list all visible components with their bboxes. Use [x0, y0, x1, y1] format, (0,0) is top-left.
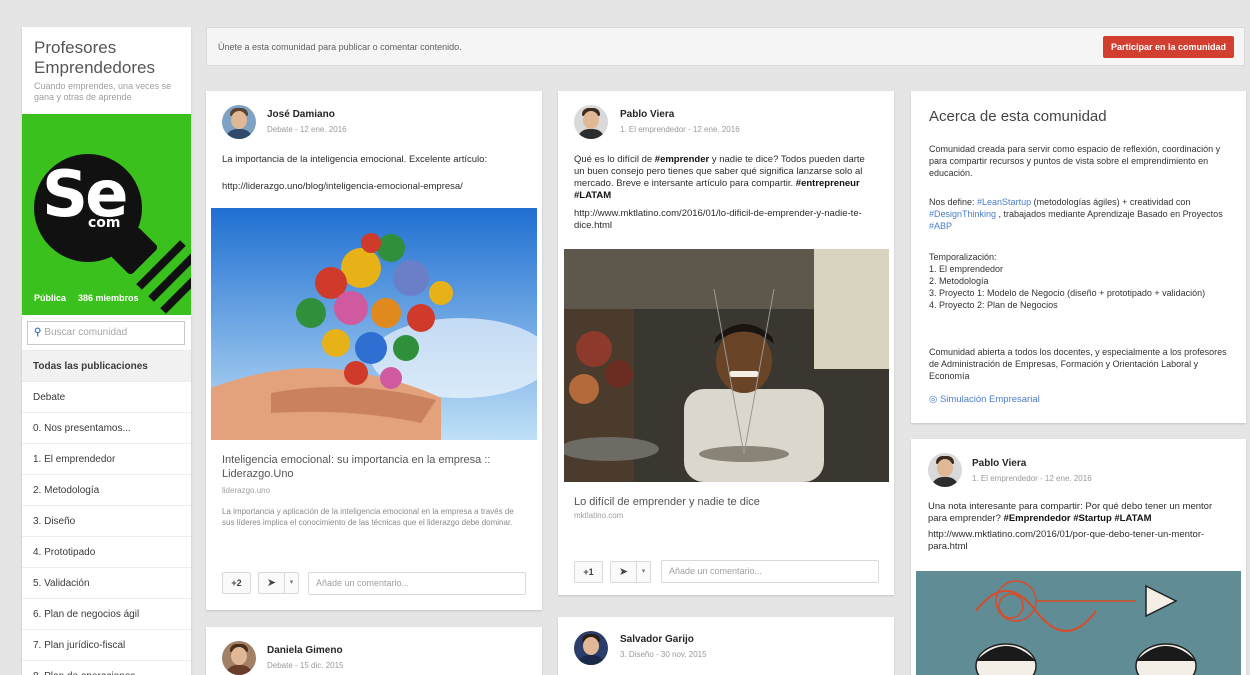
post-author[interactable]: Pablo Viera — [972, 458, 1026, 469]
post-text: Una nota interesante para compartir: Por… — [928, 501, 1213, 524]
about-title: Acerca de esta comunidad — [929, 108, 1107, 125]
link-title[interactable]: Lo difícil de emprender y nadie te dice — [574, 495, 874, 509]
post-author[interactable]: Pablo Viera — [620, 109, 674, 120]
community-sidebar: Profesores Emprendedores Cuando emprende… — [22, 27, 191, 675]
share-arrow-icon[interactable]: ➤ — [258, 572, 285, 594]
gears-in-hand-image[interactable] — [211, 208, 537, 440]
related-community-link[interactable]: ◎ Simulación Empresarial — [929, 394, 1040, 405]
post-card: José Damiano Debate - 12 ene. 2016 La im… — [206, 91, 542, 610]
about-tags: Nos define: #LeanStartup (metodologías á… — [929, 197, 1223, 231]
cover-meta: Pública 386 miembros — [34, 293, 139, 303]
post-meta[interactable]: 1. El emprendedor - 12 ene. 2016 — [620, 125, 740, 134]
nav-item-methodology[interactable]: 2. Metodología — [22, 474, 191, 505]
chevron-down-icon[interactable]: ▾ — [285, 572, 299, 594]
avatar[interactable] — [574, 631, 608, 665]
post-meta[interactable]: Debate - 12 ene. 2016 — [267, 125, 347, 134]
post-card: Salvador Garijo 3. Diseño - 30 nov. 2015 — [558, 617, 894, 675]
community-title: Profesores Emprendedores — [34, 38, 155, 77]
nav-item-debate[interactable]: Debate — [22, 381, 191, 412]
link-description: La importancia y aplicación de la inteli… — [222, 507, 514, 527]
hashtag-link[interactable]: #LeanStartup — [977, 197, 1031, 207]
post-author[interactable]: Daniela Gimeno — [267, 645, 343, 656]
category-nav: Todas las publicaciones Debate 0. Nos pr… — [22, 350, 191, 675]
hashtag-link[interactable]: #ABP — [929, 221, 952, 231]
avatar[interactable] — [928, 453, 962, 487]
plus-one-button[interactable]: +1 — [574, 561, 603, 583]
search-placeholder: Buscar comunidad — [44, 327, 128, 338]
post-meta[interactable]: 1. El emprendedor - 12 ene. 2016 — [972, 474, 1092, 483]
comment-input[interactable]: Añade un comentario... — [308, 572, 526, 595]
logo-com-text: com — [88, 215, 121, 231]
link-domain: mktlatino.com — [574, 511, 624, 520]
post-author[interactable]: Salvador Garijo — [620, 634, 694, 645]
post-meta[interactable]: Debate - 15 dic. 2015 — [267, 661, 344, 670]
post-url[interactable]: http://www.mktlatino.com/2016/01/por-que… — [928, 529, 1228, 553]
nav-item-entrepreneur[interactable]: 1. El emprendedor — [22, 443, 191, 474]
post-url[interactable]: http://www.mktlatino.com/2016/01/lo-difi… — [574, 208, 874, 232]
post-card: Pablo Viera 1. El emprendedor - 12 ene. … — [558, 91, 894, 595]
nav-item-validation[interactable]: 5. Validación — [22, 567, 191, 598]
join-community-button[interactable]: Participar en la comunidad — [1102, 36, 1234, 58]
banner-text: Únete a esta comunidad para publicar o c… — [218, 42, 462, 52]
chevron-down-icon[interactable]: ▾ — [637, 561, 651, 583]
about-description: Comunidad creada para servir como espaci… — [929, 144, 1221, 178]
community-tagline: Cuando emprendes, una veces se gana y ot… — [34, 81, 172, 102]
about-audience: Comunidad abierta a todos los docentes, … — [929, 347, 1227, 381]
share-arrow-icon[interactable]: ➤ — [610, 561, 637, 583]
search-input[interactable]: ⚲ Buscar comunidad — [27, 321, 185, 345]
link-title[interactable]: Inteligencia emocional: su importancia e… — [222, 453, 527, 481]
nav-item-business-plan[interactable]: 6. Plan de negocios ágil — [22, 598, 191, 629]
nav-item-prototyping[interactable]: 4. Prototipado — [22, 536, 191, 567]
nav-item-design[interactable]: 3. Diseño — [22, 505, 191, 536]
visibility-label: Pública — [34, 293, 67, 303]
community-cover-image: Se com Pública 386 miembros — [22, 114, 191, 315]
hashtag[interactable]: #emprender — [655, 154, 709, 165]
about-community-card: Acerca de esta comunidad Comunidad cread… — [911, 91, 1246, 423]
member-count[interactable]: 386 miembros — [78, 293, 139, 303]
nav-item-all-posts[interactable]: Todas las publicaciones — [22, 350, 191, 381]
post-meta[interactable]: 3. Diseño - 30 nov. 2015 — [620, 650, 707, 659]
comment-input[interactable]: Añade un comentario... — [661, 560, 879, 583]
plus-one-button[interactable]: +2 — [222, 572, 251, 594]
post-card: Pablo Viera 1. El emprendedor - 12 ene. … — [911, 439, 1246, 675]
avatar[interactable] — [574, 105, 608, 139]
hashtag[interactable]: #Emprendedor #Startup #LATAM — [1004, 513, 1152, 524]
nav-item-legal-plan[interactable]: 7. Plan jurídico-fiscal — [22, 629, 191, 660]
link-domain: liderazgo.uno — [222, 486, 271, 495]
search-icon: ⚲ — [34, 327, 42, 338]
mentor-illustration-image[interactable] — [916, 571, 1241, 675]
post-url[interactable]: http://liderazgo.uno/blog/inteligencia-e… — [222, 181, 532, 193]
avatar[interactable] — [222, 641, 256, 675]
nav-item-presentations[interactable]: 0. Nos presentamos... — [22, 412, 191, 443]
hashtag-link[interactable]: #DesignThinking — [929, 209, 996, 219]
join-banner: Únete a esta comunidad para publicar o c… — [206, 27, 1245, 66]
post-text: La importancia de la inteligencia emocio… — [222, 154, 488, 165]
street-vendor-image[interactable] — [564, 249, 889, 482]
globe-icon: ◎ — [929, 394, 938, 405]
about-schedule: Temporalización: 1. El emprendedor 2. Me… — [929, 252, 1206, 310]
post-author[interactable]: José Damiano — [267, 109, 335, 120]
post-text: Qué es lo difícil de #emprender y nadie … — [574, 154, 865, 201]
post-card: Daniela Gimeno Debate - 15 dic. 2015 — [206, 627, 542, 675]
avatar[interactable] — [222, 105, 256, 139]
nav-item-operations-plan[interactable]: 8. Plan de operaciones — [22, 660, 191, 675]
